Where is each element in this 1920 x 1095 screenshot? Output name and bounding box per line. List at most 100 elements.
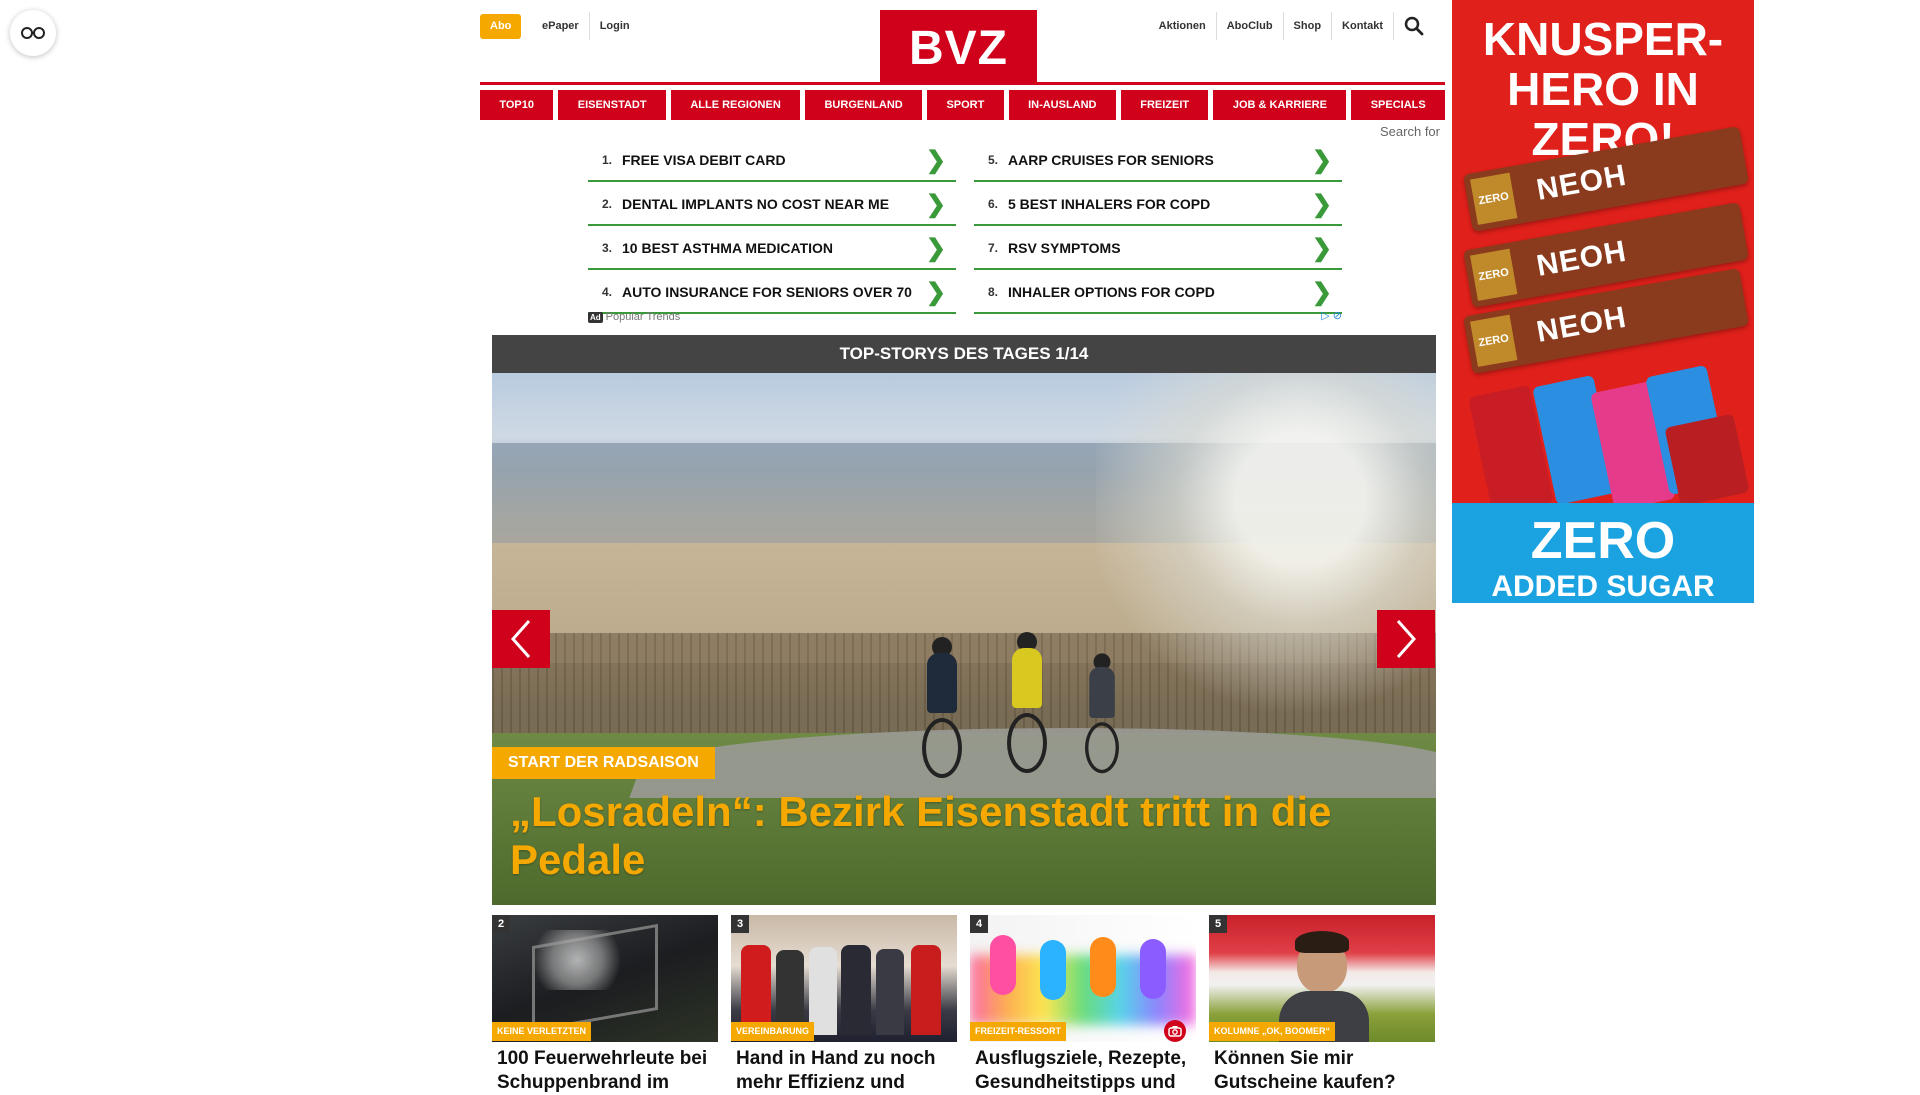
cyclist-figure [1077, 653, 1128, 778]
link-text: FREE VISA DEBIT CARD [622, 152, 786, 168]
main-nav: TOP10 EISENSTADT ALLE REGIONEN BURGENLAN… [480, 90, 1446, 120]
sponsored-links-right: 5. AARP CRUISES FOR SENIORS ❯ 6. 5 BEST INH… [974, 140, 1342, 316]
sponsored-link[interactable]: 2. DENTAL IMPLANTS NO COST NEAR ME ❯ [588, 184, 956, 226]
ad-provider-label[interactable]: Popular Trends [606, 311, 681, 323]
bar-brand-label: NEOH [1534, 234, 1630, 283]
nav-top10[interactable]: TOP10 [480, 90, 554, 120]
top-links-right: Aktionen AboClub Shop Kontakt [1149, 12, 1424, 40]
nav-burgenland[interactable]: BURGENLAND [805, 90, 923, 120]
thumbnail-shape [522, 930, 632, 990]
story-title[interactable]: Können Sie mir Gutscheine kaufen? [1214, 1047, 1434, 1095]
sponsored-link[interactable]: 7. RSV SYMPTOMS ❯ [974, 228, 1342, 270]
ad-added-sugar-text: ADDED SUGAR [1491, 570, 1715, 603]
story-title[interactable]: 100 Feuerwehrleute bei Schuppenbrand im [497, 1047, 717, 1095]
story-card[interactable]: 4 FREIZEIT-RESSORT Ausflugsziele, Rezept… [970, 915, 1196, 1093]
top-stories-header: TOP-STORYS DES TAGES 1/14 [492, 335, 1436, 373]
site-header: Abo ePaper Login BVZ Aktionen AboClub Sh… [480, 0, 1440, 84]
product-packs [1452, 360, 1754, 516]
cyclist-figure [912, 637, 972, 783]
nav-job-karriere[interactable]: JOB & KARRIERE [1213, 90, 1347, 120]
carousel-prev-button[interactable] [492, 610, 550, 668]
link-number: 5. [987, 153, 998, 167]
link-number: 7. [987, 241, 998, 255]
chevron-right-icon: ❯ [1311, 235, 1332, 262]
chevron-right-icon: ❯ [1311, 147, 1332, 174]
camera-icon [1164, 1020, 1186, 1042]
chevron-left-icon [510, 620, 531, 658]
glasses-icon [21, 27, 45, 39]
story-number: 5 [1209, 915, 1227, 933]
product-pack [1664, 413, 1750, 507]
shop-link[interactable]: Shop [1284, 12, 1333, 40]
sponsored-link[interactable]: 8. INHALER OPTIONS FOR COPD ❯ [974, 272, 1342, 314]
story-card[interactable]: 3 VEREINBARUNG Hand in Hand zu noch mehr… [731, 915, 957, 1093]
sponsored-link[interactable]: 5. AARP CRUISES FOR SENIORS ❯ [974, 140, 1342, 182]
story-cards: 2 KEINE VERLETZTEN 100 Feuerwehrleute be… [492, 915, 1436, 1093]
sponsored-link[interactable]: 3. 10 BEST ASTHMA MEDICATION ❯ [588, 228, 956, 270]
bar-zero-label: ZERO [1470, 172, 1518, 225]
story-number: 4 [970, 915, 988, 933]
link-number: 4. [601, 285, 612, 299]
nav-alle-regionen[interactable]: ALLE REGIONEN [670, 90, 801, 120]
reader-mode-button[interactable] [10, 10, 56, 56]
adchoices-icon[interactable]: ▷ ⊘ [1321, 309, 1342, 322]
story-card[interactable]: 5 KOLUMNE „OK, BOOMER“ Können Sie mir Gu… [1209, 915, 1435, 1093]
story-title[interactable]: Hand in Hand zu noch mehr Effizienz und [736, 1047, 956, 1095]
story-headline[interactable]: „Losradeln“: Bezirk Eisenstadt tritt in … [510, 788, 1410, 884]
thumbnail-shape [876, 949, 904, 1035]
story-tag: KEINE VERLETZTEN [492, 1022, 592, 1041]
story-kicker: START DER RADSAISON [492, 747, 715, 779]
header-divider [480, 82, 1445, 85]
sponsored-link[interactable]: 4. AUTO INSURANCE FOR SENIORS OVER 70 ❯ [588, 272, 956, 314]
story-number: 3 [731, 915, 749, 933]
link-number: 6. [987, 197, 998, 211]
story-tag: FREIZEIT-RESSORT [970, 1022, 1067, 1041]
search-for-label: Search for [1380, 124, 1440, 139]
hero-scenery [1096, 373, 1436, 793]
login-link[interactable]: Login [590, 12, 640, 40]
chevron-right-icon: ❯ [925, 147, 946, 174]
abo-button[interactable]: Abo [480, 14, 522, 39]
nav-in-ausland[interactable]: IN-AUSLAND [1008, 90, 1116, 120]
story-tag: VEREINBARUNG [731, 1022, 815, 1041]
link-number: 1. [601, 153, 612, 167]
nav-sport[interactable]: SPORT [927, 90, 1004, 120]
chevron-right-icon: ❯ [1311, 191, 1332, 218]
kontakt-link[interactable]: Kontakt [1332, 12, 1394, 40]
nav-freizeit[interactable]: FREIZEIT [1120, 90, 1209, 120]
thumbnail-shape [841, 945, 871, 1035]
thumbnail-shape [911, 945, 941, 1035]
ad-zero-text: ZERO [1530, 512, 1676, 570]
sponsored-links-left: 1. FREE VISA DEBIT CARD ❯ 2. DENTAL IMPLANT… [588, 140, 956, 316]
nav-eisenstadt[interactable]: EISENSTADT [558, 90, 666, 120]
sponsored-link[interactable]: 6. 5 BEST INHALERS FOR COPD ❯ [974, 184, 1342, 226]
search-icon[interactable] [1404, 16, 1424, 36]
link-text: AUTO INSURANCE FOR SENIORS OVER 70 [622, 284, 912, 300]
epaper-link[interactable]: ePaper [532, 12, 590, 40]
thumbnail-shape [1040, 940, 1066, 1000]
link-text: 5 BEST INHALERS FOR COPD [1008, 196, 1211, 212]
bvz-logo[interactable]: BVZ [880, 10, 1037, 84]
aktionen-link[interactable]: Aktionen [1149, 12, 1217, 40]
thumbnail-shape [1295, 931, 1349, 953]
chevron-right-icon: ❯ [925, 235, 946, 262]
chevron-right-icon: ❯ [1311, 279, 1332, 306]
carousel-next-button[interactable] [1377, 610, 1435, 668]
link-text: AARP CRUISES FOR SENIORS [1008, 152, 1214, 168]
sponsored-link[interactable]: 1. FREE VISA DEBIT CARD ❯ [588, 140, 956, 182]
story-card[interactable]: 2 KEINE VERLETZTEN 100 Feuerwehrleute be… [492, 915, 718, 1093]
thumbnail-shape [990, 935, 1016, 995]
link-text: RSV SYMPTOMS [1008, 240, 1121, 256]
link-number: 3. [601, 241, 612, 255]
ad-badge: Ad [588, 311, 603, 323]
chevron-right-icon: ❯ [925, 191, 946, 218]
thumbnail-shape [1140, 939, 1166, 999]
story-number: 2 [492, 915, 510, 933]
story-title[interactable]: Ausflugsziele, Rezepte, Gesundheitstipps… [975, 1047, 1195, 1095]
bar-brand-label: NEOH [1534, 158, 1630, 207]
nav-specials[interactable]: SPECIALS [1351, 90, 1446, 120]
side-advertisement[interactable]: KNUSPER-HERO IN ZERO! ZERO NEOH ZERO NEOH … [1452, 0, 1754, 603]
aboclub-link[interactable]: AboClub [1217, 12, 1284, 40]
link-number: 8. [987, 285, 998, 299]
link-text: INHALER OPTIONS FOR COPD [1008, 284, 1215, 300]
